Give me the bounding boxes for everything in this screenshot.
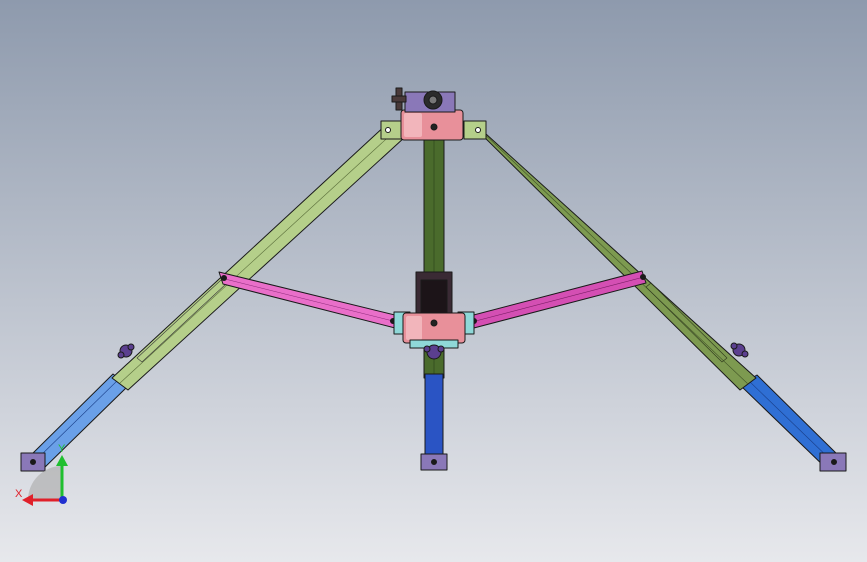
center-column-lower[interactable]	[424, 373, 444, 465]
triad-x-label: X	[15, 488, 23, 500]
left-top-bracket[interactable]	[380, 120, 404, 140]
left-top-pin	[385, 127, 391, 133]
right-top-pin	[475, 127, 481, 133]
top-head[interactable]	[391, 87, 464, 141]
right-brace-pin-outer	[640, 274, 646, 280]
cad-viewport[interactable]: X Y	[0, 0, 867, 562]
center-foot-hole	[431, 459, 437, 465]
left-foot-hole	[30, 459, 36, 465]
triad-z-axis	[59, 496, 67, 504]
left-brace-pin-outer	[221, 275, 227, 281]
mid-collar-pin	[430, 319, 438, 327]
triad-y-label: Y	[58, 443, 66, 455]
top-collar-pin	[430, 123, 438, 131]
right-foot-hole	[831, 459, 837, 465]
top-sprocket-icon[interactable]	[423, 90, 443, 110]
